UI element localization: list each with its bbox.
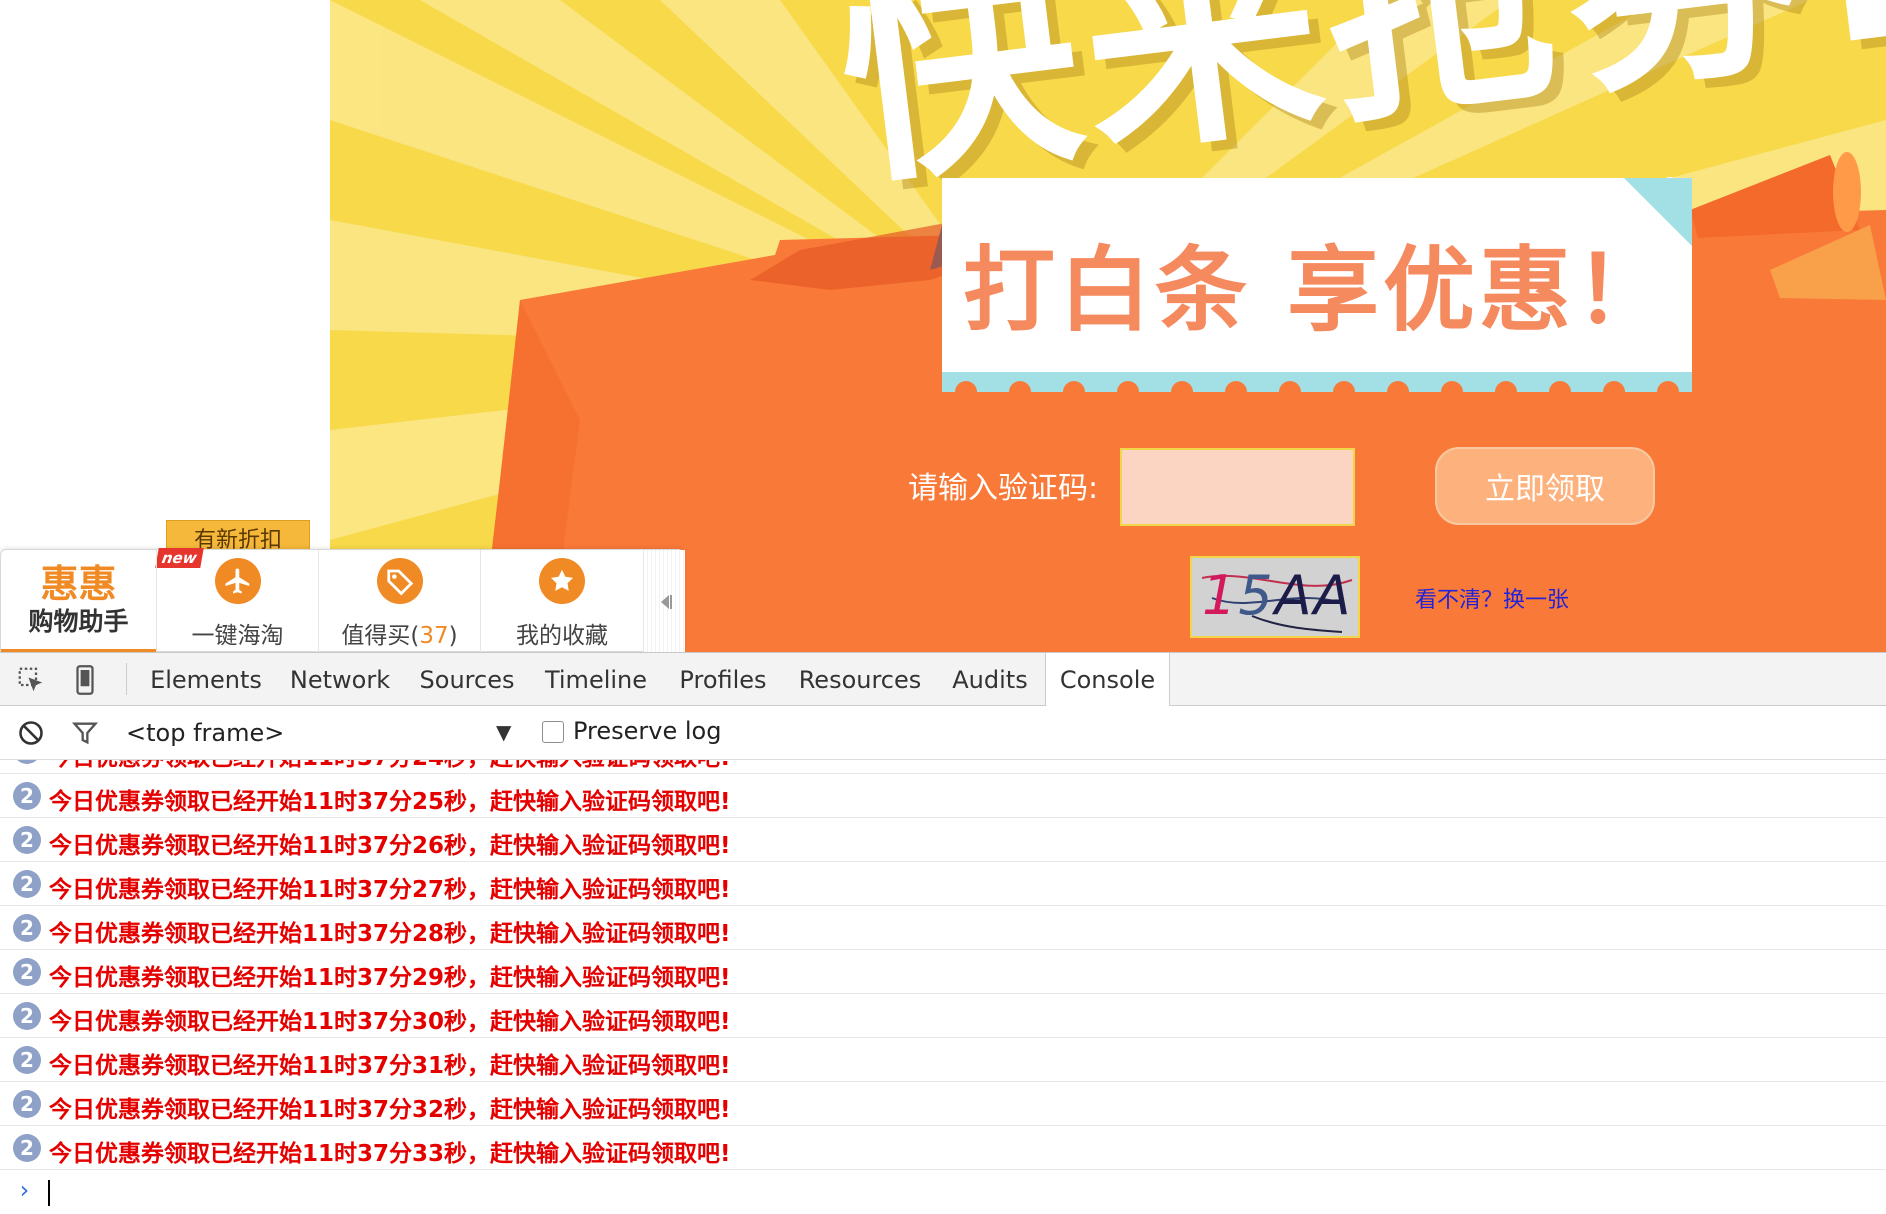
toolbar-label-suffix: ) bbox=[448, 623, 458, 649]
captcha-image[interactable]: 15AA bbox=[1190, 556, 1360, 638]
assistant-logo-mark: 惠惠 bbox=[40, 561, 117, 606]
console-filterbar: <top frame> ▼ Preserve log bbox=[0, 706, 1886, 760]
screen: 快来抢券! 打白条 享优惠！ 请输入验证码: 立即领取 15AA 看不清？换一张… bbox=[0, 0, 1886, 1214]
filter-icon[interactable] bbox=[68, 716, 102, 750]
toolbar-item-haitao[interactable]: 一键海淘 bbox=[156, 550, 318, 652]
text-cursor bbox=[48, 1180, 50, 1206]
captcha-label: 请输入验证码: bbox=[908, 471, 1099, 506]
repeat-count-badge: 2 bbox=[13, 782, 41, 810]
console-message-text: 今日优惠券领取已经开始11时37分26秒，赶快输入验证码领取吧! bbox=[49, 833, 731, 859]
tab-sources[interactable]: Sources bbox=[410, 653, 524, 706]
console-message-text: 今日优惠券领取已经开始11时37分32秒，赶快输入验证码领取吧! bbox=[49, 1097, 731, 1123]
captcha-characters: 15AA bbox=[1202, 564, 1353, 627]
inspect-element-icon[interactable] bbox=[14, 663, 48, 697]
tab-elements[interactable]: Elements bbox=[144, 653, 268, 706]
star-icon bbox=[539, 558, 585, 604]
devtools-tabbar: Elements Network Sources Timeline Profil… bbox=[0, 653, 1886, 707]
toolbar-item-label: 我的收藏 bbox=[516, 623, 608, 649]
console-message-text: 今日优惠券领取已经开始11时37分27秒，赶快输入验证码领取吧! bbox=[49, 877, 731, 903]
preserve-log-checkbox[interactable] bbox=[542, 721, 564, 743]
repeat-count-badge: 2 bbox=[13, 870, 41, 898]
claim-coupon-button[interactable]: 立即领取 bbox=[1435, 447, 1655, 525]
console-message-row: 2 今日优惠券领取已经开始11时37分30秒，赶快输入验证码领取吧! bbox=[0, 994, 1886, 1038]
console-message-row: 2 今日优惠券领取已经开始11时37分28秒，赶快输入验证码领取吧! bbox=[0, 906, 1886, 950]
refresh-captcha-link[interactable]: 看不清？换一张 bbox=[1415, 582, 1569, 614]
captcha-char-1: 1 bbox=[1202, 564, 1239, 627]
console-message-text: 今日优惠券领取已经开始11时37分24秒，赶快输入验证码领取吧! bbox=[49, 760, 731, 772]
device-mode-icon[interactable] bbox=[68, 663, 102, 697]
console-message-row: 2 今日优惠券领取已经开始11时37分32秒，赶快输入验证码领取吧! bbox=[0, 1082, 1886, 1126]
console-message-row: 2 今日优惠券领取已经开始11时37分31秒，赶快输入验证码领取吧! bbox=[0, 1038, 1886, 1082]
repeat-count-badge: 2 bbox=[13, 826, 41, 854]
collapse-arrow-icon bbox=[660, 594, 672, 609]
slogan-card: 打白条 享优惠！ bbox=[942, 178, 1692, 372]
assistant-logo-name: 购物助手 bbox=[28, 606, 129, 636]
prompt-caret-icon: › bbox=[17, 1176, 32, 1204]
slogan-scallop-edge bbox=[942, 372, 1692, 392]
console-message-text: 今日优惠券领取已经开始11时37分29秒，赶快输入验证码领取吧! bbox=[49, 965, 731, 991]
console-message-row: 2 今日优惠券领取已经开始11时37分33秒，赶快输入验证码领取吧! bbox=[0, 1126, 1886, 1170]
toolbar-item-favorites[interactable]: 我的收藏 bbox=[480, 550, 643, 652]
frame-selector[interactable]: <top frame> bbox=[126, 706, 526, 760]
airplane-icon bbox=[214, 558, 261, 604]
devtools-panel: Elements Network Sources Timeline Profil… bbox=[0, 652, 1886, 1214]
console-message-row: 2 今日优惠券领取已经开始11时37分25秒，赶快输入验证码领取吧! bbox=[0, 774, 1886, 818]
console-message-row: 2 今日优惠券领取已经开始11时37分27秒，赶快输入验证码领取吧! bbox=[0, 862, 1886, 906]
tab-profiles[interactable]: Profiles bbox=[668, 653, 778, 706]
tab-network[interactable]: Network bbox=[280, 653, 400, 706]
toolbar-label-prefix: 值得买( bbox=[341, 623, 420, 649]
toolbar-item-zhidemai[interactable]: 值得买(37) bbox=[318, 550, 480, 652]
slogan-text: 打白条 享优惠！ bbox=[962, 237, 1672, 344]
console-message-row: 2 今日优惠券领取已经开始11时37分24秒，赶快输入验证码领取吧! bbox=[0, 760, 1886, 774]
repeat-count-badge: 2 bbox=[13, 1002, 41, 1030]
console-message-text: 今日优惠券领取已经开始11时37分33秒，赶快输入验证码领取吧! bbox=[49, 1141, 731, 1167]
collapse-toolbar-button[interactable] bbox=[643, 550, 685, 652]
repeat-count-badge: 2 bbox=[13, 760, 41, 764]
clear-console-icon[interactable] bbox=[14, 716, 48, 750]
repeat-count-badge: 2 bbox=[13, 1046, 41, 1074]
repeat-count-badge: 2 bbox=[13, 958, 41, 986]
console-message-text: 今日优惠券领取已经开始11时37分31秒，赶快输入验证码领取吧! bbox=[49, 1053, 731, 1079]
assistant-logo[interactable]: 惠惠 购物助手 bbox=[1, 550, 156, 652]
repeat-count-badge: 2 bbox=[13, 1090, 41, 1118]
tag-icon bbox=[376, 558, 423, 604]
repeat-count-badge: 2 bbox=[13, 1134, 41, 1162]
console-messages: 2 今日优惠券领取已经开始11时37分24秒，赶快输入验证码领取吧! 2 今日优… bbox=[0, 760, 1886, 1214]
tab-resources[interactable]: Resources bbox=[790, 653, 930, 706]
console-message-row: 2 今日优惠券领取已经开始11时37分26秒，赶快输入验证码领取吧! bbox=[0, 818, 1886, 862]
toolbar-item-label: 一键海淘 bbox=[191, 623, 284, 649]
repeat-count-badge: 2 bbox=[13, 914, 41, 942]
page-viewport: 快来抢券! 打白条 享优惠！ 请输入验证码: 立即领取 15AA 看不清？换一张… bbox=[0, 0, 1886, 652]
tab-audits[interactable]: Audits bbox=[940, 653, 1040, 706]
captcha-input[interactable] bbox=[1120, 448, 1355, 526]
toolbar-item-label: 值得买(37) bbox=[341, 616, 457, 650]
console-message-text: 今日优惠券领取已经开始11时37分30秒，赶快输入验证码领取吧! bbox=[49, 1009, 731, 1035]
deal-count: 37 bbox=[419, 623, 449, 649]
shopping-assistant-bar: 惠惠 购物助手 new 一键海淘 值得买(37) 我的收藏 bbox=[0, 548, 685, 652]
console-message-text: 今日优惠券领取已经开始11时37分28秒，赶快输入验证码领取吧! bbox=[49, 921, 731, 947]
captcha-char-3: AA bbox=[1274, 564, 1353, 627]
tab-console[interactable]: Console bbox=[1045, 653, 1170, 707]
console-message-row: 2 今日优惠券领取已经开始11时37分29秒，赶快输入验证码领取吧! bbox=[0, 950, 1886, 994]
dropdown-arrow-icon[interactable]: ▼ bbox=[496, 720, 511, 744]
tab-timeline[interactable]: Timeline bbox=[536, 653, 656, 706]
preserve-log-label: Preserve log bbox=[573, 717, 722, 745]
toolbar-divider bbox=[126, 663, 127, 695]
console-prompt[interactable]: › bbox=[0, 1172, 1886, 1212]
console-message-text: 今日优惠券领取已经开始11时37分25秒，赶快输入验证码领取吧! bbox=[49, 789, 731, 815]
captcha-char-2: 5 bbox=[1238, 564, 1275, 627]
